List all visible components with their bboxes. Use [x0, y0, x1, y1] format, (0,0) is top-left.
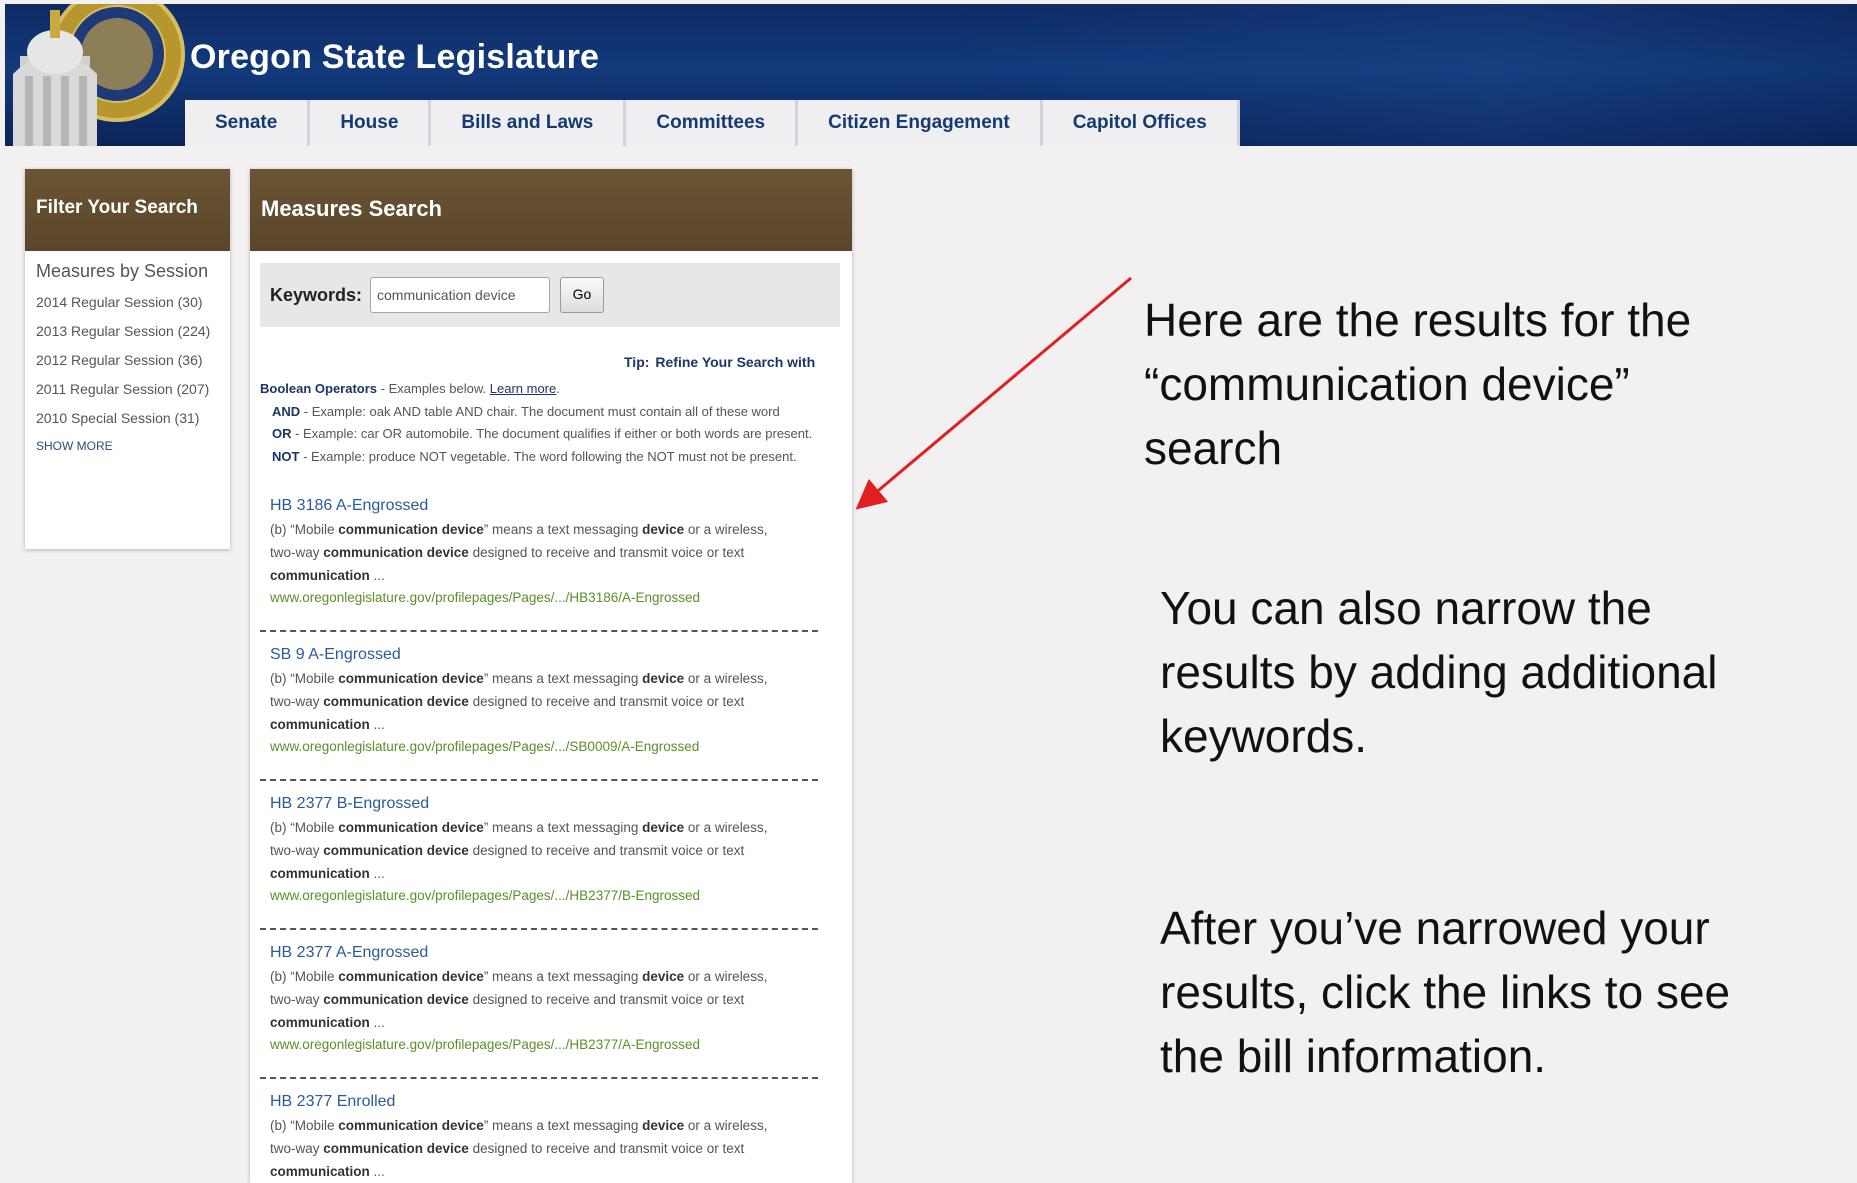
note-line: results by adding additional	[1160, 646, 1718, 698]
note-line: search	[1144, 422, 1283, 474]
site-title[interactable]: Oregon State Legislature	[190, 38, 599, 77]
annotation-links-note: After you’ve narrowed your results, clic…	[1160, 896, 1730, 1088]
main-nav: Senate House Bills and Laws Committees C…	[185, 100, 1240, 146]
nav-senate[interactable]: Senate	[185, 100, 311, 146]
nav-bills-and-laws[interactable]: Bills and Laws	[431, 100, 627, 146]
nav-house[interactable]: House	[310, 100, 432, 146]
annotation-narrow-note: You can also narrow the results by addin…	[1160, 576, 1717, 768]
note-line: Here are the results for the	[1144, 294, 1692, 346]
note-line: the bill information.	[1160, 1030, 1547, 1082]
annotation-results-note: Here are the results for the “communicat…	[1144, 288, 1691, 480]
note-line: After you’ve narrowed your	[1160, 902, 1710, 954]
note-line: “communication device”	[1144, 358, 1630, 410]
nav-capitol-offices[interactable]: Capitol Offices	[1042, 100, 1240, 146]
note-line: You can also narrow the	[1160, 582, 1652, 634]
nav-committees[interactable]: Committees	[626, 100, 799, 146]
nav-citizen-engagement[interactable]: Citizen Engagement	[798, 100, 1043, 146]
page: Oregon State Legislature Senate House Bi…	[5, 4, 1857, 1183]
note-line: results, click the links to see	[1160, 966, 1731, 1018]
note-line: keywords.	[1160, 710, 1368, 762]
